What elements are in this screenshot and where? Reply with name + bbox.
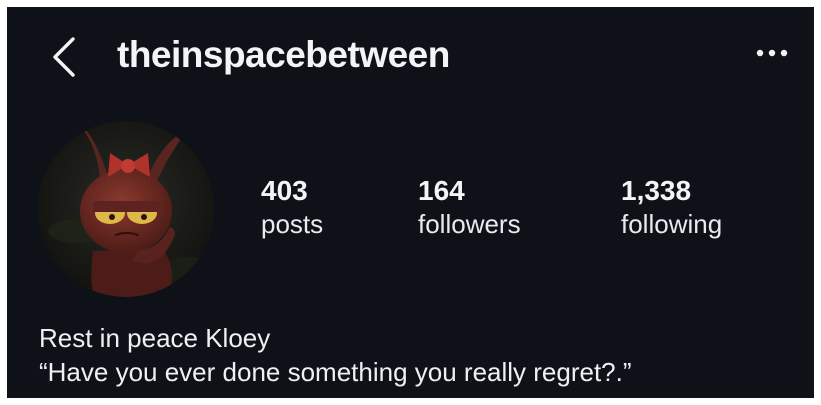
profile-username: theinspacebetween	[117, 34, 450, 75]
profile-bio: Rest in peace Kloey “Have you ever done …	[39, 321, 632, 389]
following-count: 1,338	[621, 175, 692, 206]
profile-avatar[interactable]	[38, 121, 214, 297]
stat-following[interactable]: 1,338 following	[621, 175, 722, 241]
character-avatar-image	[38, 121, 214, 297]
posts-label: posts	[261, 209, 324, 239]
more-options-button[interactable]	[753, 41, 793, 65]
following-label: following	[621, 209, 723, 239]
back-button[interactable]	[47, 33, 83, 81]
chevron-left-icon	[53, 37, 75, 77]
posts-count: 403	[261, 175, 308, 206]
profile-screen: theinspacebetween 403 posts 164 follower…	[7, 7, 814, 398]
followers-count: 164	[418, 175, 465, 206]
more-horizontal-icon	[756, 49, 788, 57]
followers-label: followers	[418, 209, 521, 239]
stat-posts[interactable]: 403 posts	[261, 175, 323, 241]
bio-line-1: Rest in peace Kloey	[39, 323, 271, 353]
stat-followers[interactable]: 164 followers	[418, 175, 521, 241]
bio-line-2: “Have you ever done something you really…	[39, 357, 632, 387]
